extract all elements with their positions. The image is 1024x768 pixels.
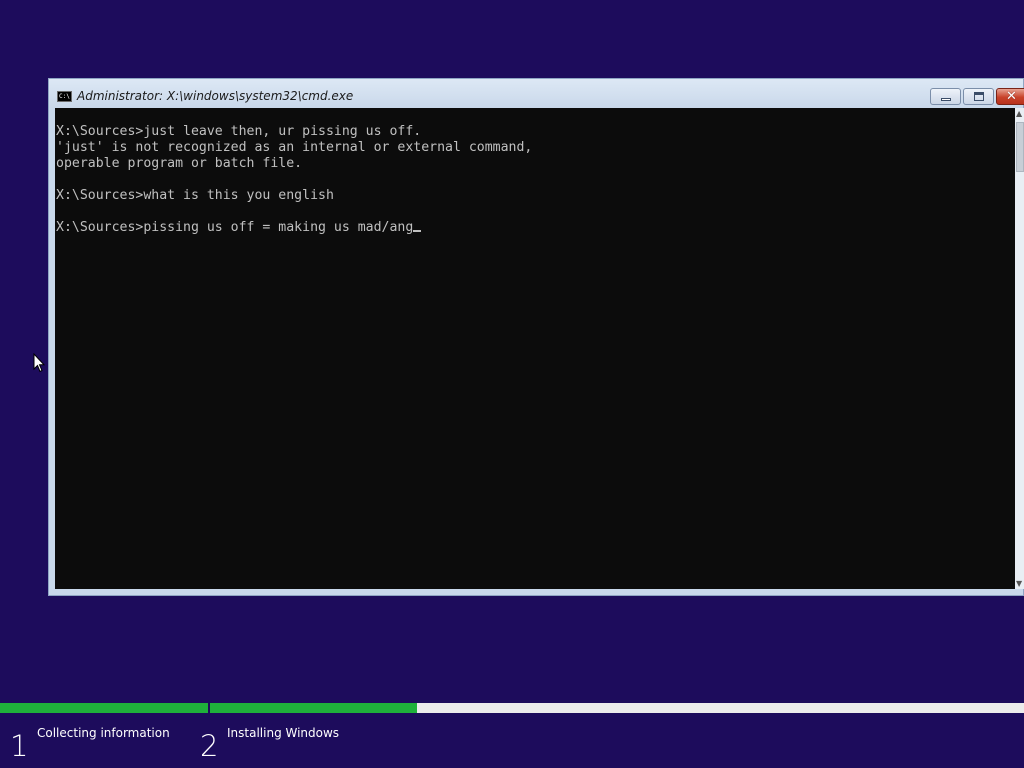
close-icon: ✕ <box>1006 89 1017 104</box>
console-input-line[interactable]: X:\Sources>pissing us off = making us ma… <box>56 220 532 236</box>
window-title: Administrator: X:\windows\system32\cmd.e… <box>77 89 354 103</box>
console-line: 'just' is not recognized as an internal … <box>56 140 533 155</box>
scroll-down-icon[interactable]: ▼ <box>1016 580 1022 588</box>
progress-segment-collecting <box>0 703 208 713</box>
title-bar[interactable]: C:\ Administrator: X:\windows\system32\c… <box>49 79 1024 108</box>
console-line: X:\Sources>what is this you english <box>56 188 334 203</box>
step-number: 2 <box>200 729 219 763</box>
vertical-scrollbar[interactable]: ▲ ▼ <box>1015 108 1024 589</box>
console-line: X:\Sources>just leave then, ur pissing u… <box>56 124 422 139</box>
progress-segment-installing <box>210 703 1024 713</box>
progress-fill <box>0 703 208 713</box>
minimize-button[interactable] <box>930 88 961 105</box>
maximize-button[interactable] <box>963 88 994 105</box>
console-text: X:\Sources>just leave then, ur pissing u… <box>56 124 532 236</box>
console-line: operable program or batch file. <box>56 156 303 171</box>
minimize-icon <box>941 98 951 101</box>
progress-fill <box>210 703 417 713</box>
scroll-up-icon[interactable]: ▲ <box>1016 110 1022 118</box>
setup-background: C:\ Administrator: X:\windows\system32\c… <box>0 0 1024 768</box>
maximize-icon <box>974 92 984 101</box>
console-output[interactable]: X:\Sources>just leave then, ur pissing u… <box>55 108 1015 589</box>
text-cursor <box>413 230 422 232</box>
setup-progress-bar <box>0 703 1024 713</box>
cmd-icon: C:\ <box>57 91 72 102</box>
close-button[interactable]: ✕ <box>996 88 1024 105</box>
step-label: Installing Windows <box>227 726 340 740</box>
step-label: Collecting information <box>37 726 170 740</box>
cmd-window[interactable]: C:\ Administrator: X:\windows\system32\c… <box>48 78 1024 596</box>
scroll-thumb[interactable] <box>1016 122 1024 172</box>
current-command: X:\Sources>pissing us off = making us ma… <box>56 220 414 235</box>
mouse-pointer-icon <box>33 353 45 373</box>
step-number: 1 <box>10 729 29 763</box>
